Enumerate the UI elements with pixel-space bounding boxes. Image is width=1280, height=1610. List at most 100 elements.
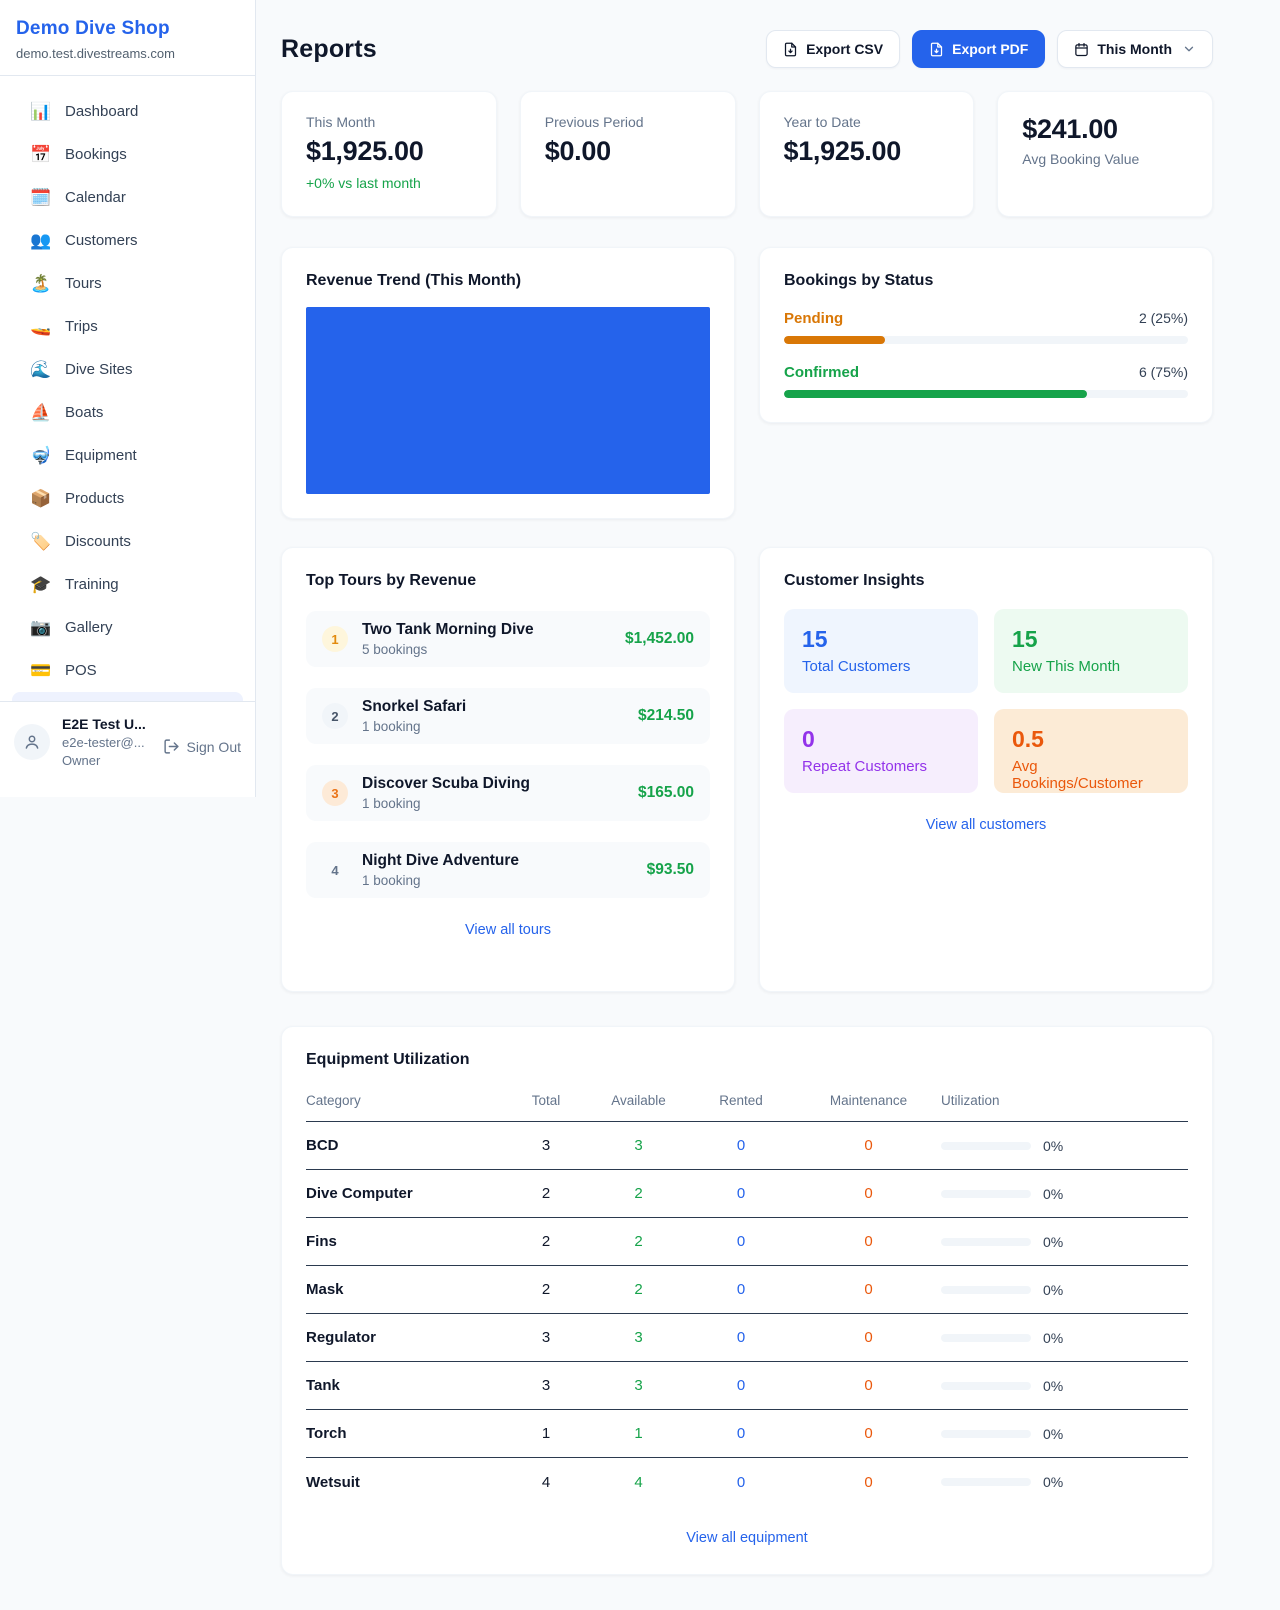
view-all-customers-link[interactable]: View all customers [784,817,1188,833]
diving-mask-icon: 🤿 [30,446,50,466]
tile-label: Total Customers [802,658,960,675]
sidebar-item-label: Calendar [65,189,126,206]
tile-avg-bookings-customer: 0.5 Avg Bookings/Customer [994,709,1188,793]
sign-out-button[interactable]: Sign Out [163,738,241,755]
sidebar-item-label: Trips [65,318,98,335]
tour-row[interactable]: 2 Snorkel Safari 1 booking $214.50 [306,688,710,744]
sidebar-item-label: Dive Sites [65,361,133,378]
sidebar-item-equipment[interactable]: 🤿 Equipment [12,434,243,477]
sidebar-item-label: Gallery [65,619,113,636]
sidebar-item-label: Tours [65,275,102,292]
sidebar-item-discounts[interactable]: 🏷️ Discounts [12,520,243,563]
tour-name: Discover Scuba Diving [362,775,624,793]
credit-card-icon: 💳 [30,661,50,681]
view-all-tours-link[interactable]: View all tours [306,922,710,938]
utilization-bar [941,1238,1031,1246]
col-utilization: Utilization [941,1093,1188,1108]
cell-total: 1 [501,1425,591,1442]
sidebar-item-reports-active-partial[interactable] [12,692,243,701]
row-tours-insights: Top Tours by Revenue 1 Two Tank Morning … [281,547,1213,992]
cell-utilization: 0% [1043,1234,1063,1250]
progress-track [784,390,1188,398]
cell-utilization: 0% [1043,1282,1063,1298]
sidebar-item-gallery[interactable]: 📷 Gallery [12,606,243,649]
sidebar-item-dive-sites[interactable]: 🌊Dive Sites [12,348,243,391]
revenue-trend-title: Revenue Trend (This Month) [306,272,710,290]
camera-icon: 📷 [30,618,50,638]
period-label: This Month [1097,41,1172,57]
tile-label: New This Month [1012,658,1170,675]
sidebar-item-products[interactable]: 📦Products [12,477,243,520]
cell-utilization: 0% [1043,1330,1063,1346]
sidebar-item-label: Training [65,576,119,593]
tour-row[interactable]: 3 Discover Scuba Diving 1 booking $165.0… [306,765,710,821]
sidebar-item-calendar[interactable]: 🗓️Calendar [12,176,243,219]
sailboat-icon: ⛵ [30,403,50,423]
tile-value: 15 [1012,626,1170,653]
cell-rented: 0 [686,1185,796,1202]
period-dropdown[interactable]: This Month [1057,30,1213,68]
sidebar-item-pos[interactable]: 💳POS [12,649,243,692]
tour-amount: $165.00 [638,784,694,802]
stat-value: $1,925.00 [784,136,950,167]
sidebar-item-tours[interactable]: 🏝️Tours [12,262,243,305]
stat-label: Previous Period [545,114,711,130]
cell-maintenance: 0 [796,1233,941,1250]
tour-name: Snorkel Safari [362,698,624,716]
status-row-confirmed: Confirmed 6 (75%) [784,364,1188,398]
cell-category: Regulator [306,1329,501,1346]
tile-new-this-month: 15 New This Month [994,609,1188,693]
tour-row[interactable]: 1 Two Tank Morning Dive 5 bookings $1,45… [306,611,710,667]
chevron-down-icon [1182,42,1196,56]
sidebar-item-label: Equipment [65,447,137,464]
tour-amount: $93.50 [647,861,694,879]
cell-category: Dive Computer [306,1185,501,1202]
cell-total: 2 [501,1281,591,1298]
table-row: Dive Computer 2 2 0 0 0% [306,1170,1188,1218]
sidebar-item-dashboard[interactable]: 📊Dashboard [12,90,243,133]
page-header: Reports Export CSV Export PDF This Month [281,30,1213,68]
status-row-pending: Pending 2 (25%) [784,310,1188,344]
equipment-utilization-card: Equipment Utilization Category Total Ava… [281,1026,1213,1575]
equipment-table: Category Total Available Rented Maintena… [306,1083,1188,1506]
sidebar-item-training[interactable]: 🎓Training [12,563,243,606]
tile-repeat-customers: 0 Repeat Customers [784,709,978,793]
col-available: Available [591,1093,686,1108]
rank-badge: 1 [322,626,348,652]
col-rented: Rented [686,1093,796,1108]
stat-label: This Month [306,114,472,130]
cell-available: 2 [591,1185,686,1202]
top-tours-title: Top Tours by Revenue [306,572,710,590]
file-download-icon [783,42,798,57]
insight-tiles: 15 Total Customers 15 New This Month 0 R… [784,609,1188,793]
cell-available: 3 [591,1137,686,1154]
cell-utilization: 0% [1043,1426,1063,1442]
export-csv-button[interactable]: Export CSV [766,30,900,68]
sidebar-item-trips[interactable]: 🚤Trips [12,305,243,348]
cell-rented: 0 [686,1474,796,1491]
stat-value: $1,925.00 [306,136,472,167]
stat-value: $0.00 [545,136,711,167]
sidebar-item-bookings[interactable]: 📅Bookings [12,133,243,176]
cell-category: Torch [306,1425,501,1442]
sidebar-item-boats[interactable]: ⛵Boats [12,391,243,434]
sign-out-icon [163,738,180,755]
export-pdf-button[interactable]: Export PDF [912,30,1045,68]
row-revenue-status: Revenue Trend (This Month) Bookings by S… [281,247,1213,519]
table-row: Tank 3 3 0 0 0% [306,1362,1188,1410]
cell-total: 2 [501,1233,591,1250]
equipment-utilization-title: Equipment Utilization [306,1051,1188,1069]
sidebar-item-label: Products [65,490,124,507]
stat-card-year-to-date: Year to Date $1,925.00 [759,91,975,217]
stat-card-previous-period: Previous Period $0.00 [520,91,736,217]
sidebar-item-label: Discounts [65,533,131,550]
tour-row[interactable]: 4 Night Dive Adventure 1 booking $93.50 [306,842,710,898]
customer-insights-card: Customer Insights 15 Total Customers 15 … [759,547,1213,992]
tag-icon: 🏷️ [30,532,50,552]
cell-maintenance: 0 [796,1377,941,1394]
sidebar-item-customers[interactable]: 👥Customers [12,219,243,262]
tour-amount: $214.50 [638,707,694,725]
sidebar-header: Demo Dive Shop demo.test.divestreams.com [0,0,255,76]
tour-bookings: 1 booking [362,796,624,811]
view-all-equipment-link[interactable]: View all equipment [306,1530,1188,1546]
